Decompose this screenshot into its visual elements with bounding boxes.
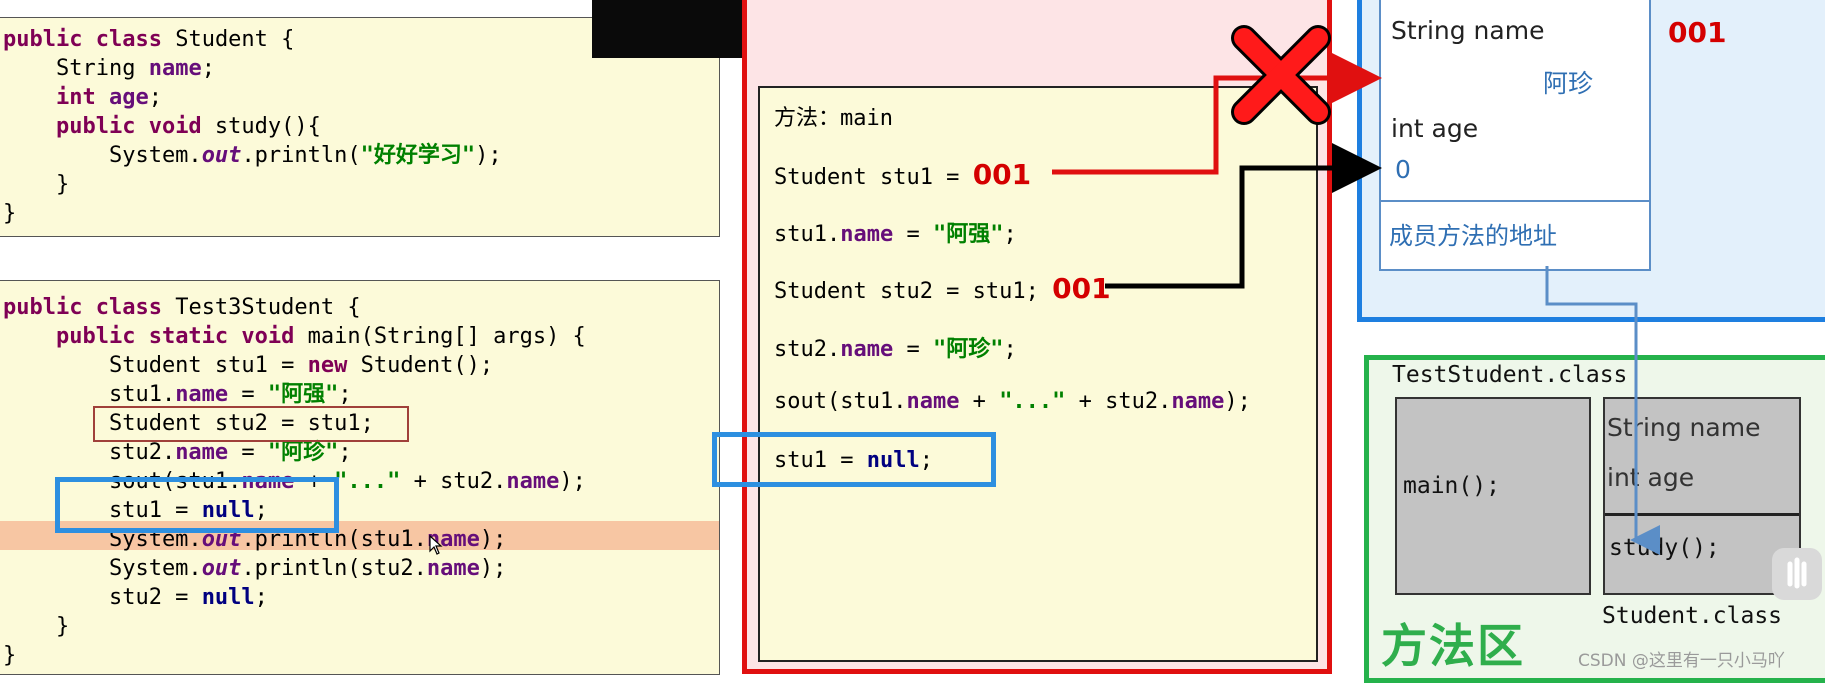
stu2-reference-arrow (1105, 143, 1382, 289)
method-address-arrow (1545, 266, 1660, 555)
reference-removed-cross-icon (1231, 25, 1331, 125)
stu1-reference-arrow (1052, 53, 1382, 175)
reference-arrows (1052, 25, 1660, 555)
